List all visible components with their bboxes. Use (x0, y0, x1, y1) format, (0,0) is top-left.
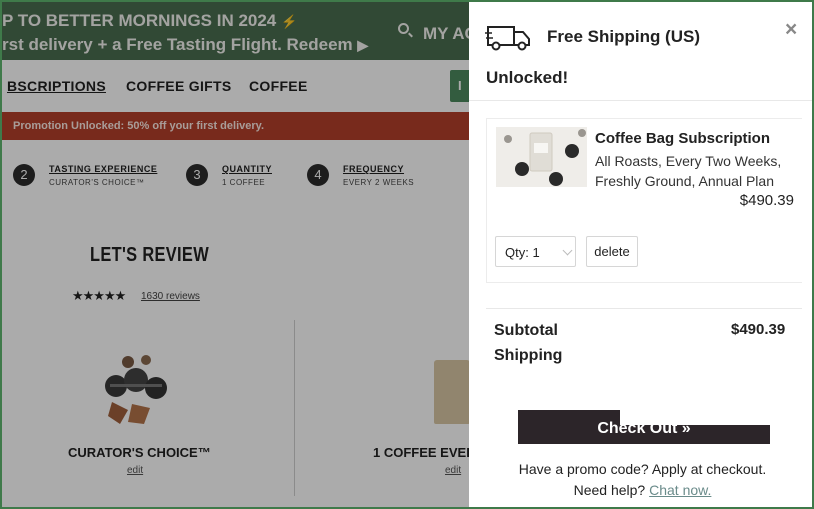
subtotal-label: Subtotal (494, 322, 558, 339)
quantity-value: Qty: 1 (505, 245, 540, 260)
cart-item-price: $490.39 (739, 192, 794, 209)
cart-item: Coffee Bag Subscription All Roasts, Ever… (486, 118, 802, 283)
cart-drawer: Free Shipping (US) × Unlocked! Coffee Ba… (469, 2, 812, 507)
free-shipping-title: Free Shipping (US) (547, 27, 700, 46)
delivery-truck-icon (485, 26, 530, 51)
chevron-down-icon (562, 245, 573, 256)
cart-item-options: All Roasts, Every Two Weeks, Freshly Gro… (595, 153, 782, 189)
shipping-label: Shipping (494, 347, 563, 364)
checkout-button[interactable]: Check Out » (518, 410, 770, 444)
browser-viewport: P TO BETTER MORNINGS IN 2024 ⚡ rst deliv… (0, 0, 814, 509)
divider (469, 100, 812, 101)
subtotal-value: $490.39 (731, 321, 786, 338)
checkout-render-artifact (620, 410, 770, 425)
unlocked-text: Unlocked! (486, 68, 569, 87)
quantity-select[interactable]: Qty: 1 (495, 236, 576, 267)
chat-now-link[interactable]: Chat now. (649, 482, 711, 498)
promo-code-note: Have a promo code? Apply at checkout. (518, 461, 767, 477)
cart-item-name: Coffee Bag Subscription (595, 130, 771, 147)
delete-button[interactable]: delete (586, 236, 638, 267)
help-label: Need help? (573, 482, 646, 498)
help-text: Need help? Chat now. (469, 482, 812, 498)
close-icon[interactable]: × (785, 18, 797, 42)
product-thumbnail (496, 127, 587, 187)
divider (486, 308, 802, 309)
